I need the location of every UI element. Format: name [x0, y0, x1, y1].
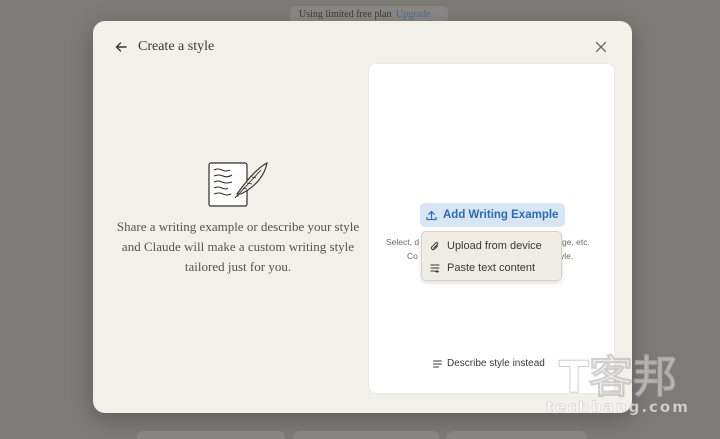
describe-style-instead-link[interactable]: Describe style instead	[433, 358, 545, 369]
style-description: Share a writing example or describe your…	[116, 219, 360, 274]
modal-title: Create a style	[138, 39, 215, 54]
paste-text-icon	[430, 264, 440, 273]
writing-example-panel: Select, d sage, etc. Co yle. Add Writing…	[368, 63, 615, 394]
plan-text: Using limited free plan	[299, 9, 392, 20]
watermark-site: techbang.com	[546, 398, 690, 416]
watermark-logo: T客邦	[559, 352, 677, 403]
menu-item-paste-label: Paste text content	[447, 262, 536, 274]
upload-icon	[426, 210, 437, 220]
background-chip	[293, 431, 439, 439]
arrow-left-icon[interactable]	[114, 40, 128, 54]
close-icon[interactable]	[595, 41, 607, 53]
add-writing-example-button[interactable]: Add Writing Example	[420, 203, 565, 227]
techbang-watermark: T客邦 techbang.com	[546, 352, 690, 416]
background-chip	[137, 431, 285, 439]
background-chip	[447, 431, 587, 439]
menu-item-upload-label: Upload from device	[447, 240, 542, 252]
add-writing-example-label: Add Writing Example	[443, 209, 559, 221]
lines-icon	[433, 360, 442, 367]
hint-text: Select, d	[386, 237, 420, 247]
paperclip-icon	[430, 241, 439, 250]
describe-style-label: Describe style instead	[447, 358, 545, 369]
hint-text: Co	[407, 251, 418, 261]
upgrade-link[interactable]: Upgrade	[396, 9, 430, 20]
menu-item-upload[interactable]: Upload from device	[422, 235, 561, 257]
menu-item-paste[interactable]: Paste text content	[422, 257, 561, 279]
add-example-menu: Upload from device Paste text content	[421, 231, 562, 281]
writing-illustration	[208, 162, 268, 207]
